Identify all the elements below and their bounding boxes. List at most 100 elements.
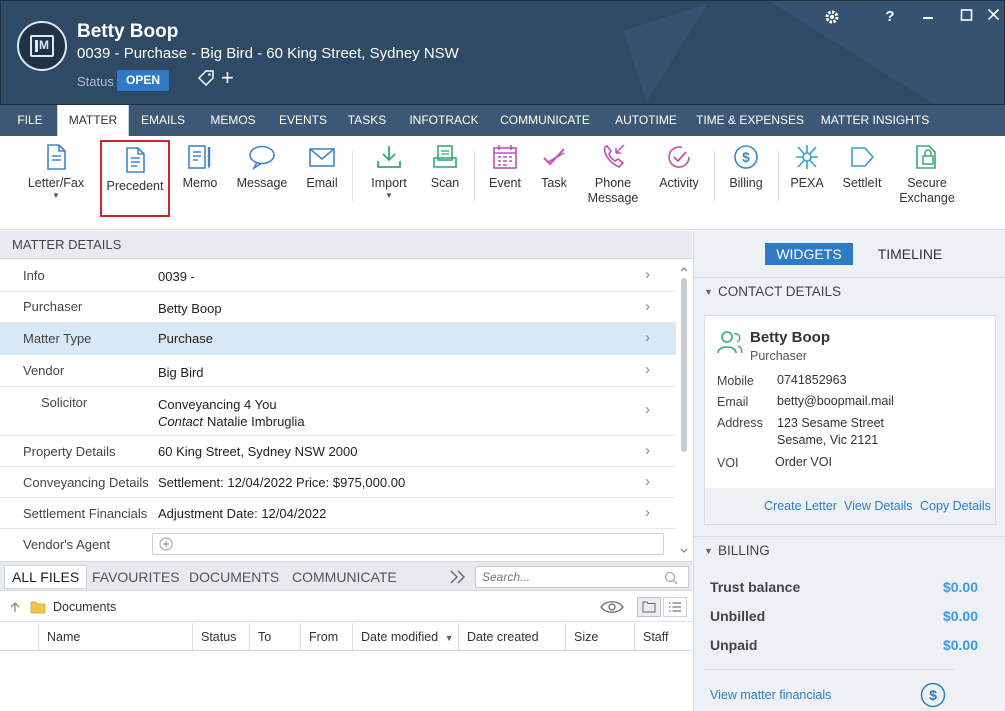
folder-name[interactable]: Documents bbox=[53, 600, 116, 614]
dollar-coin-icon: $ bbox=[734, 145, 758, 169]
email-button[interactable]: Email bbox=[302, 144, 342, 191]
scanner-icon bbox=[433, 145, 457, 168]
column-date-created[interactable]: Date created bbox=[458, 623, 565, 651]
unpaid-amount[interactable]: $0.00 bbox=[943, 637, 978, 653]
detail-value: Adjustment Date: 12/04/2022 bbox=[158, 506, 327, 521]
view-details-link[interactable]: View Details bbox=[844, 499, 913, 513]
detail-row-property-details[interactable]: Property Details 60 King Street, Sydney … bbox=[0, 436, 676, 467]
detail-value: Purchase bbox=[158, 331, 213, 346]
sort-desc-icon: ▼ bbox=[444, 633, 454, 643]
tab-autotime[interactable]: AUTOTIME bbox=[610, 105, 682, 136]
phone-message-button[interactable]: Phone Message bbox=[586, 144, 640, 206]
secure-exchange-button[interactable]: Secure Exchange bbox=[898, 144, 956, 206]
phone-icon bbox=[603, 144, 625, 168]
detail-key: Matter Type bbox=[23, 331, 92, 346]
email-link[interactable]: betty@boopmail.mail bbox=[777, 394, 894, 408]
tab-matter-insights[interactable]: MATTER INSIGHTS bbox=[818, 105, 932, 136]
column-name[interactable]: Name bbox=[38, 623, 192, 651]
tab-time-expenses[interactable]: TIME & EXPENSES bbox=[694, 105, 806, 136]
tab-infotrack[interactable]: INFOTRACK bbox=[404, 105, 484, 136]
event-button[interactable]: Event bbox=[484, 144, 526, 191]
billing-label: Unbilled bbox=[710, 608, 766, 624]
tab-memos[interactable]: MEMOS bbox=[204, 105, 262, 136]
precedent-button[interactable]: Precedent bbox=[100, 140, 170, 217]
files-search-input[interactable] bbox=[482, 567, 662, 587]
detail-row-matter-type[interactable]: Matter Type Purchase › bbox=[0, 323, 676, 355]
tag-icon[interactable] bbox=[197, 69, 215, 90]
mobile-link[interactable]: 0741852963 bbox=[777, 373, 847, 387]
detail-row-settlement-financials[interactable]: Settlement Financials Adjustment Date: 1… bbox=[0, 498, 676, 529]
contact-details-header[interactable]: ▼ CONTACT DETAILS bbox=[694, 277, 1005, 305]
letter-fax-button[interactable]: Letter/Fax ▼ bbox=[22, 144, 90, 201]
scan-button[interactable]: Scan bbox=[425, 144, 465, 191]
folder-view-button[interactable] bbox=[637, 597, 661, 617]
add-tag-icon[interactable]: + bbox=[221, 67, 234, 89]
column-staff[interactable]: Staff bbox=[634, 623, 692, 651]
tab-communicate[interactable]: COMMUNICATE bbox=[496, 105, 594, 136]
contact-person-icon bbox=[717, 331, 743, 354]
help-icon[interactable]: ? bbox=[881, 7, 899, 27]
column-to[interactable]: To bbox=[249, 623, 300, 651]
add-circle-icon bbox=[159, 537, 173, 551]
column-select[interactable] bbox=[0, 623, 38, 651]
tab-documents[interactable]: DOCUMENTS bbox=[189, 562, 279, 592]
chevron-right-icon: › bbox=[645, 329, 650, 346]
widgets-toggle[interactable]: WIDGETS bbox=[765, 243, 853, 265]
trust-balance-amount[interactable]: $0.00 bbox=[943, 579, 978, 595]
chevron-right-icon: › bbox=[645, 442, 650, 459]
billing-label: Unpaid bbox=[710, 637, 758, 653]
tab-events[interactable]: EVENTS bbox=[275, 105, 331, 136]
detail-row-conveyancing-details[interactable]: Conveyancing Details Settlement: 12/04/2… bbox=[0, 467, 676, 498]
details-scrollbar[interactable] bbox=[678, 262, 690, 558]
create-letter-link[interactable]: Create Letter bbox=[764, 499, 837, 513]
tab-favourites[interactable]: FAVOURITES bbox=[92, 562, 180, 592]
column-date-modified[interactable]: Date modified ▼ bbox=[352, 623, 458, 651]
list-view-button[interactable] bbox=[663, 597, 687, 617]
copy-details-link[interactable]: Copy Details bbox=[920, 499, 991, 513]
message-button[interactable]: Message bbox=[234, 144, 290, 191]
status-badge[interactable]: OPEN bbox=[117, 70, 170, 91]
tab-all-files[interactable]: ALL FILES bbox=[4, 565, 88, 589]
timeline-toggle[interactable]: TIMELINE bbox=[866, 243, 954, 265]
detail-row-purchaser[interactable]: Purchaser Betty Boop › bbox=[0, 292, 676, 323]
eye-icon[interactable] bbox=[600, 600, 624, 614]
unbilled-amount[interactable]: $0.00 bbox=[943, 608, 978, 624]
task-button[interactable]: Task bbox=[536, 144, 572, 191]
scrollbar-thumb[interactable] bbox=[681, 278, 687, 452]
files-search-box[interactable] bbox=[475, 566, 689, 588]
secure-exchange-icon bbox=[916, 145, 936, 169]
close-icon[interactable] bbox=[985, 7, 1001, 27]
ribbon-tabs: FILE MATTER EMAILS MEMOS EVENTS TASKS IN… bbox=[0, 105, 1005, 136]
tab-file[interactable]: FILE bbox=[8, 105, 52, 136]
column-size[interactable]: Size bbox=[565, 623, 634, 651]
tab-matter[interactable]: MATTER bbox=[57, 105, 129, 136]
vendors-agent-input[interactable] bbox=[152, 533, 664, 555]
tab-emails[interactable]: EMAILS bbox=[136, 105, 190, 136]
settleit-button[interactable]: SettleIt bbox=[838, 144, 886, 191]
memo-button[interactable]: Memo bbox=[178, 144, 222, 191]
column-status[interactable]: Status bbox=[192, 623, 249, 651]
detail-value: Betty Boop bbox=[158, 301, 222, 316]
detail-row-vendor[interactable]: Vendor Big Bird › bbox=[0, 355, 676, 387]
pexa-button[interactable]: PEXA bbox=[788, 144, 826, 191]
settings-gear-icon[interactable] bbox=[823, 7, 841, 27]
import-button[interactable]: Import ▼ bbox=[364, 144, 414, 201]
detail-row-info[interactable]: Info 0039 - › bbox=[0, 260, 676, 292]
minimize-icon[interactable] bbox=[919, 7, 937, 27]
financials-dollar-icon[interactable]: $ bbox=[920, 682, 946, 708]
detail-row-solicitor[interactable]: Solicitor Conveyancing 4 You Contact Nat… bbox=[0, 387, 676, 436]
column-from[interactable]: From bbox=[300, 623, 352, 651]
tab-tasks[interactable]: TASKS bbox=[343, 105, 391, 136]
tab-communicate-files[interactable]: COMMUNICATE bbox=[292, 562, 397, 592]
view-matter-financials-link[interactable]: View matter financials bbox=[710, 688, 831, 702]
order-voi-link[interactable]: Order VOI bbox=[775, 455, 832, 469]
billing-button[interactable]: $ Billing bbox=[724, 144, 768, 191]
billing-header[interactable]: ▼ BILLING bbox=[694, 536, 1005, 564]
more-tabs-icon[interactable] bbox=[449, 569, 467, 588]
detail-value: Big Bird bbox=[158, 365, 204, 380]
billing-label: Trust balance bbox=[710, 579, 801, 595]
maximize-icon[interactable] bbox=[957, 7, 975, 27]
up-arrow-icon[interactable] bbox=[9, 601, 21, 613]
detail-row-vendors-agent[interactable]: Vendor's Agent bbox=[0, 529, 676, 560]
activity-button[interactable]: Activity bbox=[654, 144, 704, 191]
